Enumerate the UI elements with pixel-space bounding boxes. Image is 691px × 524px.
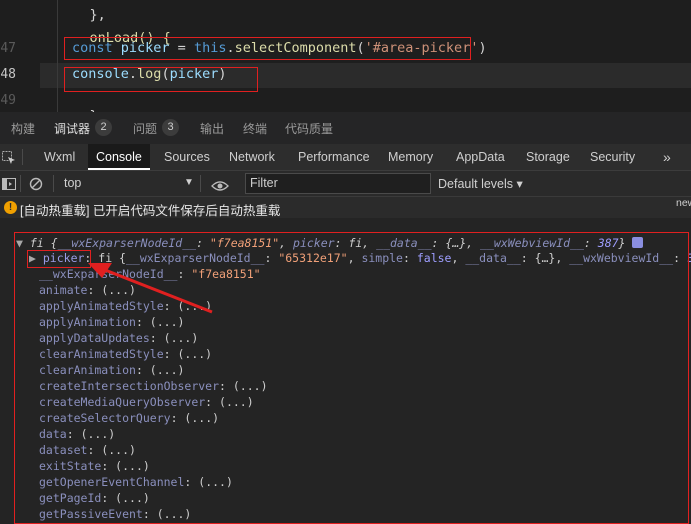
code-editor[interactable]: 47 48 49 }, onLoad() { const picker = th… [0,0,691,112]
tab-code-quality[interactable]: 代码质量 [285,120,333,137]
console-toolbar: top ▼ Filter Default levels ▾ [0,171,691,197]
tab-debugger[interactable]: 调试器 [54,120,90,137]
tab-sources[interactable]: Sources [156,144,218,170]
tab-network[interactable]: Network [221,144,283,170]
hot-reload-banner: ! [自动热重载] 已开启代码文件保存后自动热重载 new [0,197,691,218]
tab-terminal[interactable]: 终端 [243,120,267,137]
tab-console[interactable]: Console [88,144,150,170]
context-selector[interactable]: top [64,176,81,190]
toolbar-separator [53,175,54,192]
clear-console-icon[interactable] [29,176,43,195]
tab-appdata[interactable]: AppData [448,144,513,170]
info-icon: ! [4,201,17,214]
tab-security[interactable]: Security [582,144,643,170]
filter-placeholder: Filter [250,176,278,190]
line-number: 49 [0,93,16,108]
line-number-gutter: 47 48 49 [0,0,40,112]
debugger-count-badge: 2 [95,119,112,136]
context-dropdown-icon[interactable]: ▼ [184,177,194,188]
line-number-active: 48 [0,67,16,82]
toolbar-separator [200,175,201,192]
tab-wxml[interactable]: Wxml [36,144,83,170]
banner-text: [自动热重载] 已开启代码文件保存后自动热重载 [20,204,281,218]
more-tabs-chevron-icon[interactable]: » [655,144,679,170]
source-link-fragment[interactable]: new [676,197,691,209]
tab-output[interactable]: 输出 [200,120,224,137]
problems-count-badge: 3 [162,119,179,136]
tab-build[interactable]: 构建 [11,120,35,137]
tab-memory[interactable]: Memory [380,144,441,170]
red-highlight-box [64,37,471,60]
toolbar-separator [20,175,21,192]
sidebar-toggle-icon[interactable] [2,176,16,195]
panel-tab-bar: 构建 调试器 2 问题 3 输出 终端 代码质量 [0,112,691,145]
annotation-arrow-icon [88,263,213,314]
log-levels-dropdown[interactable]: Default levels ▾ [438,176,523,191]
filter-input[interactable]: Filter [245,173,431,194]
red-highlight-box [64,67,258,92]
inspect-element-icon[interactable] [2,150,16,164]
tab-storage[interactable]: Storage [518,144,578,170]
device-toolbar-separator [22,149,23,165]
code-line[interactable]: }, [57,92,106,112]
line-number: 47 [0,41,16,56]
tab-performance[interactable]: Performance [290,144,378,170]
live-expression-eye-icon[interactable] [211,177,229,196]
console-output[interactable]: ▼ fi {__wxExparserNodeId__: "f7ea8151", … [0,220,691,524]
devtools-tab-bar: Wxml Console Sources Network Performance… [0,144,691,171]
tab-problems[interactable]: 问题 [133,120,157,137]
